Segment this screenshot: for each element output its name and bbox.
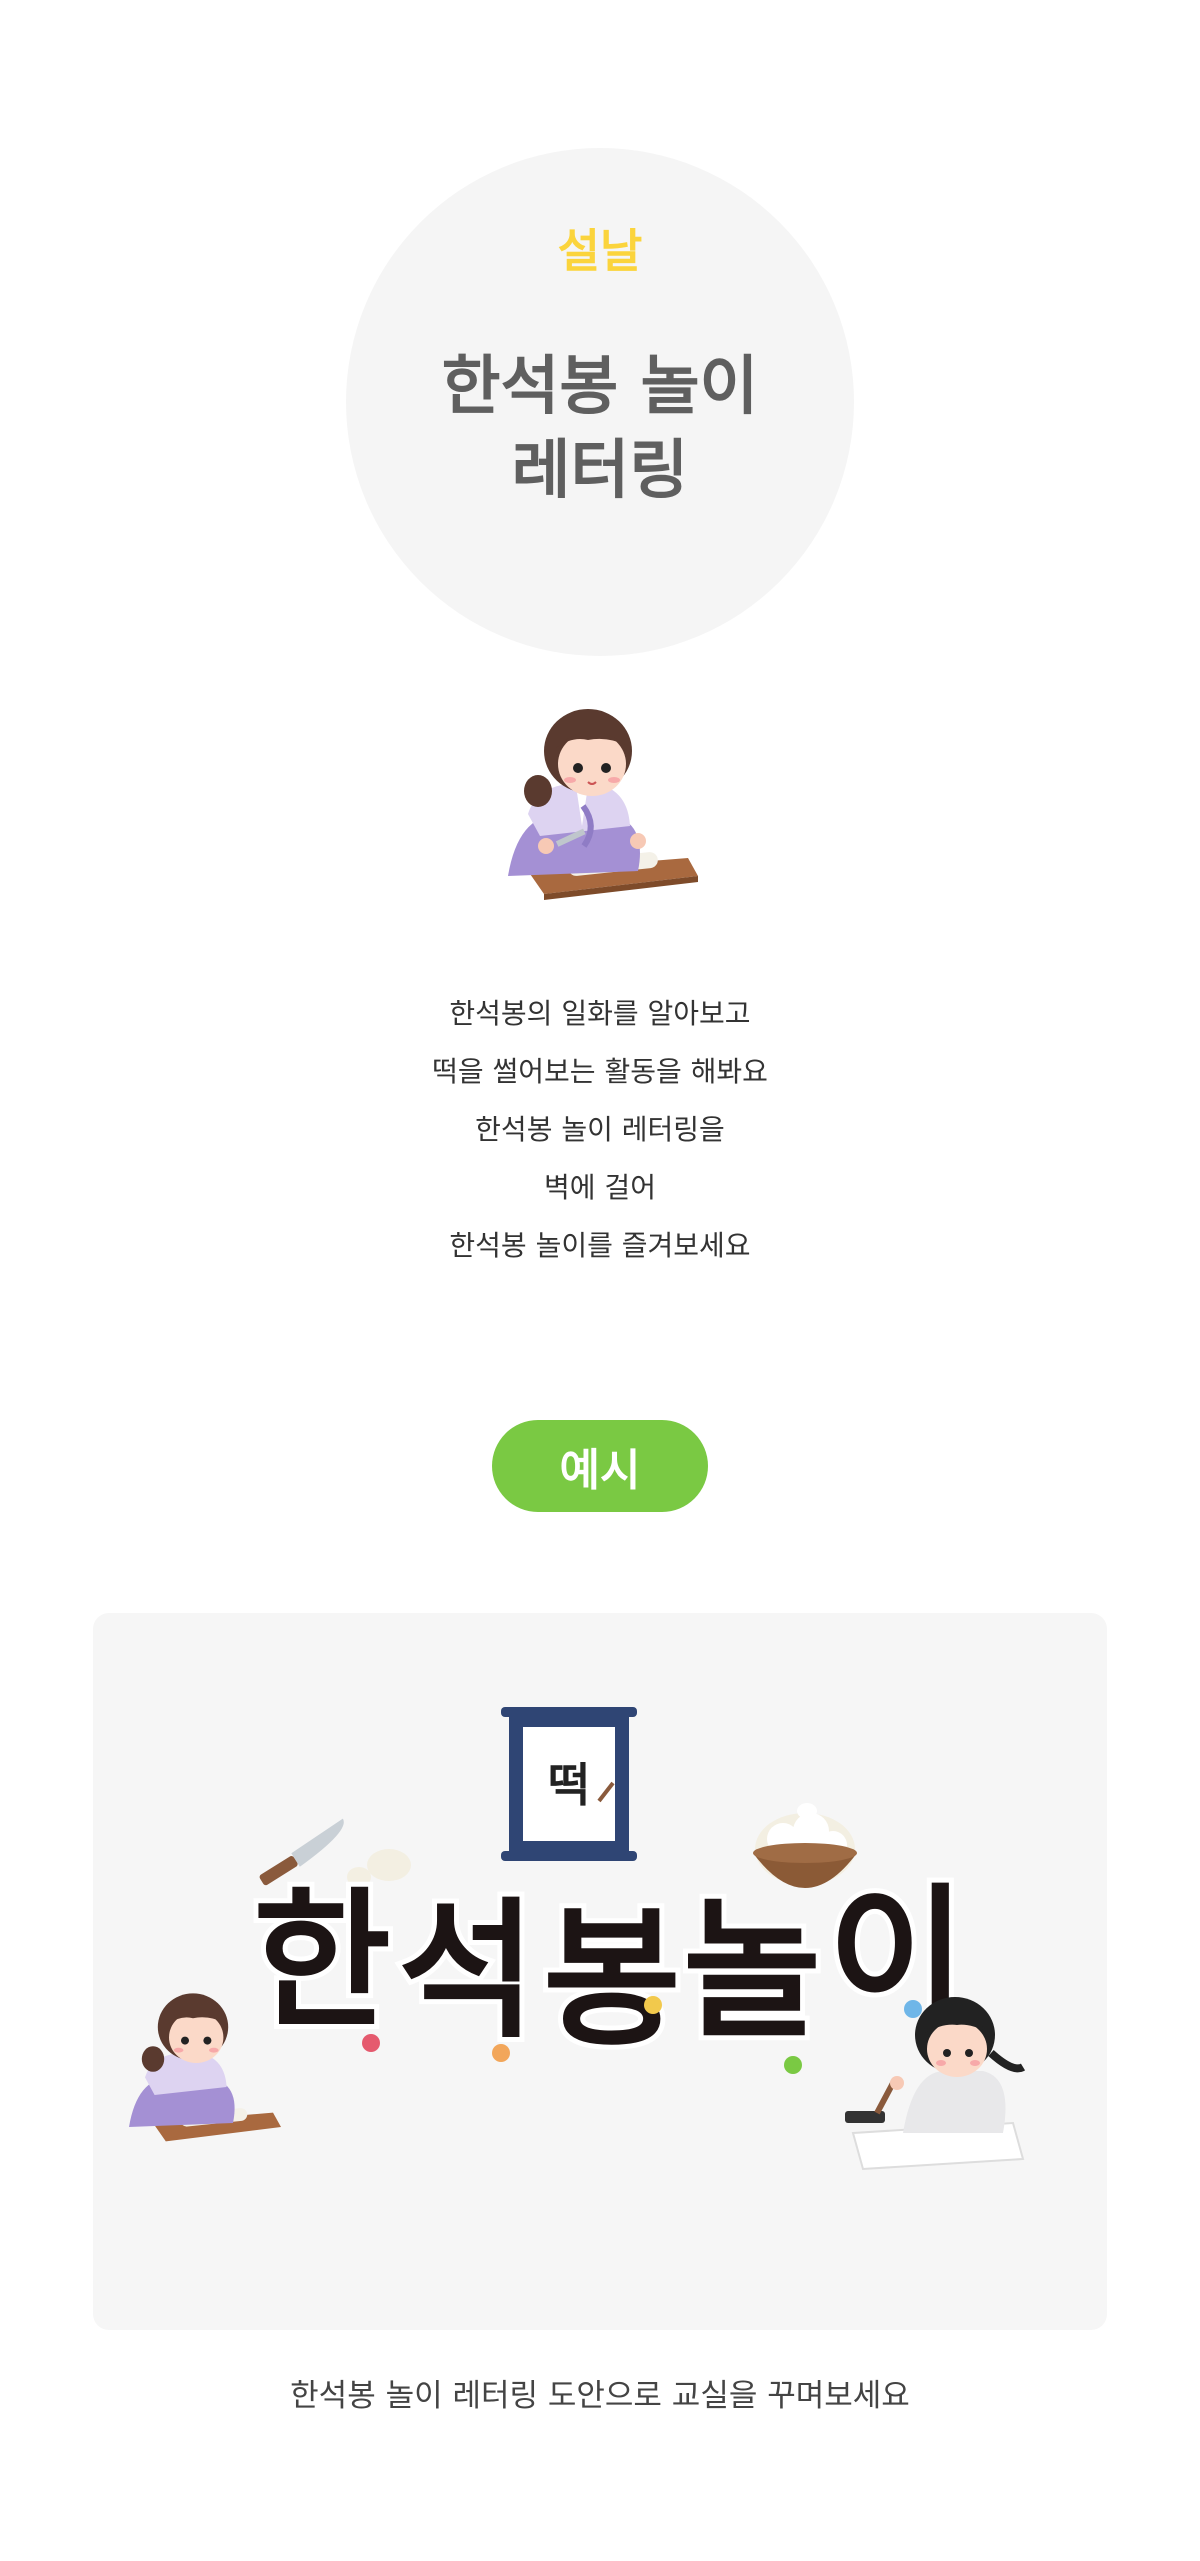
scroll-icon: 떡 xyxy=(501,1707,637,1861)
title-line-1: 한석봉 놀이 xyxy=(441,350,759,424)
description-line: 떡을 썰어보는 활동을 해봐요 xyxy=(432,1055,768,1088)
caption: 한석봉 놀이 레터링 도안으로 교실을 꾸며보세요 xyxy=(290,2378,910,2414)
lettering-example-illustration: 떡 한 석 봉 놀 이 xyxy=(129,1707,1026,2171)
description-line: 한석봉 놀이 레터링을 xyxy=(475,1113,725,1146)
lettering-char: 놀 xyxy=(683,1885,821,2059)
scroll-char: 떡 xyxy=(548,1758,590,1812)
example-panel: 떡 한 석 봉 놀 이 xyxy=(93,1613,1107,2330)
lettering-char: 석 xyxy=(398,1885,536,2059)
description-line: 벽에 걸어 xyxy=(544,1171,656,1204)
girl-cutting-tteok-illustration xyxy=(508,709,698,900)
example-badge: 예시 xyxy=(492,1420,708,1512)
lettering-title: 한 석 봉 놀 이 xyxy=(248,1866,971,2072)
description-line: 한석봉의 일화를 알아보고 xyxy=(449,997,751,1030)
page-title: 한석봉 놀이 레터링 xyxy=(0,345,1200,513)
category-label: 설날 xyxy=(557,224,643,278)
description-line: 한석봉 놀이를 즐겨보세요 xyxy=(449,1229,751,1262)
lettering-char: 봉 xyxy=(543,1893,681,2067)
title-line-2: 레터링 xyxy=(511,434,689,508)
lettering-char: 한 xyxy=(253,1875,391,2049)
description: 한석봉의 일화를 알아보고 떡을 썰어보는 활동을 해봐요 한석봉 놀이 레터링… xyxy=(0,985,1200,1275)
